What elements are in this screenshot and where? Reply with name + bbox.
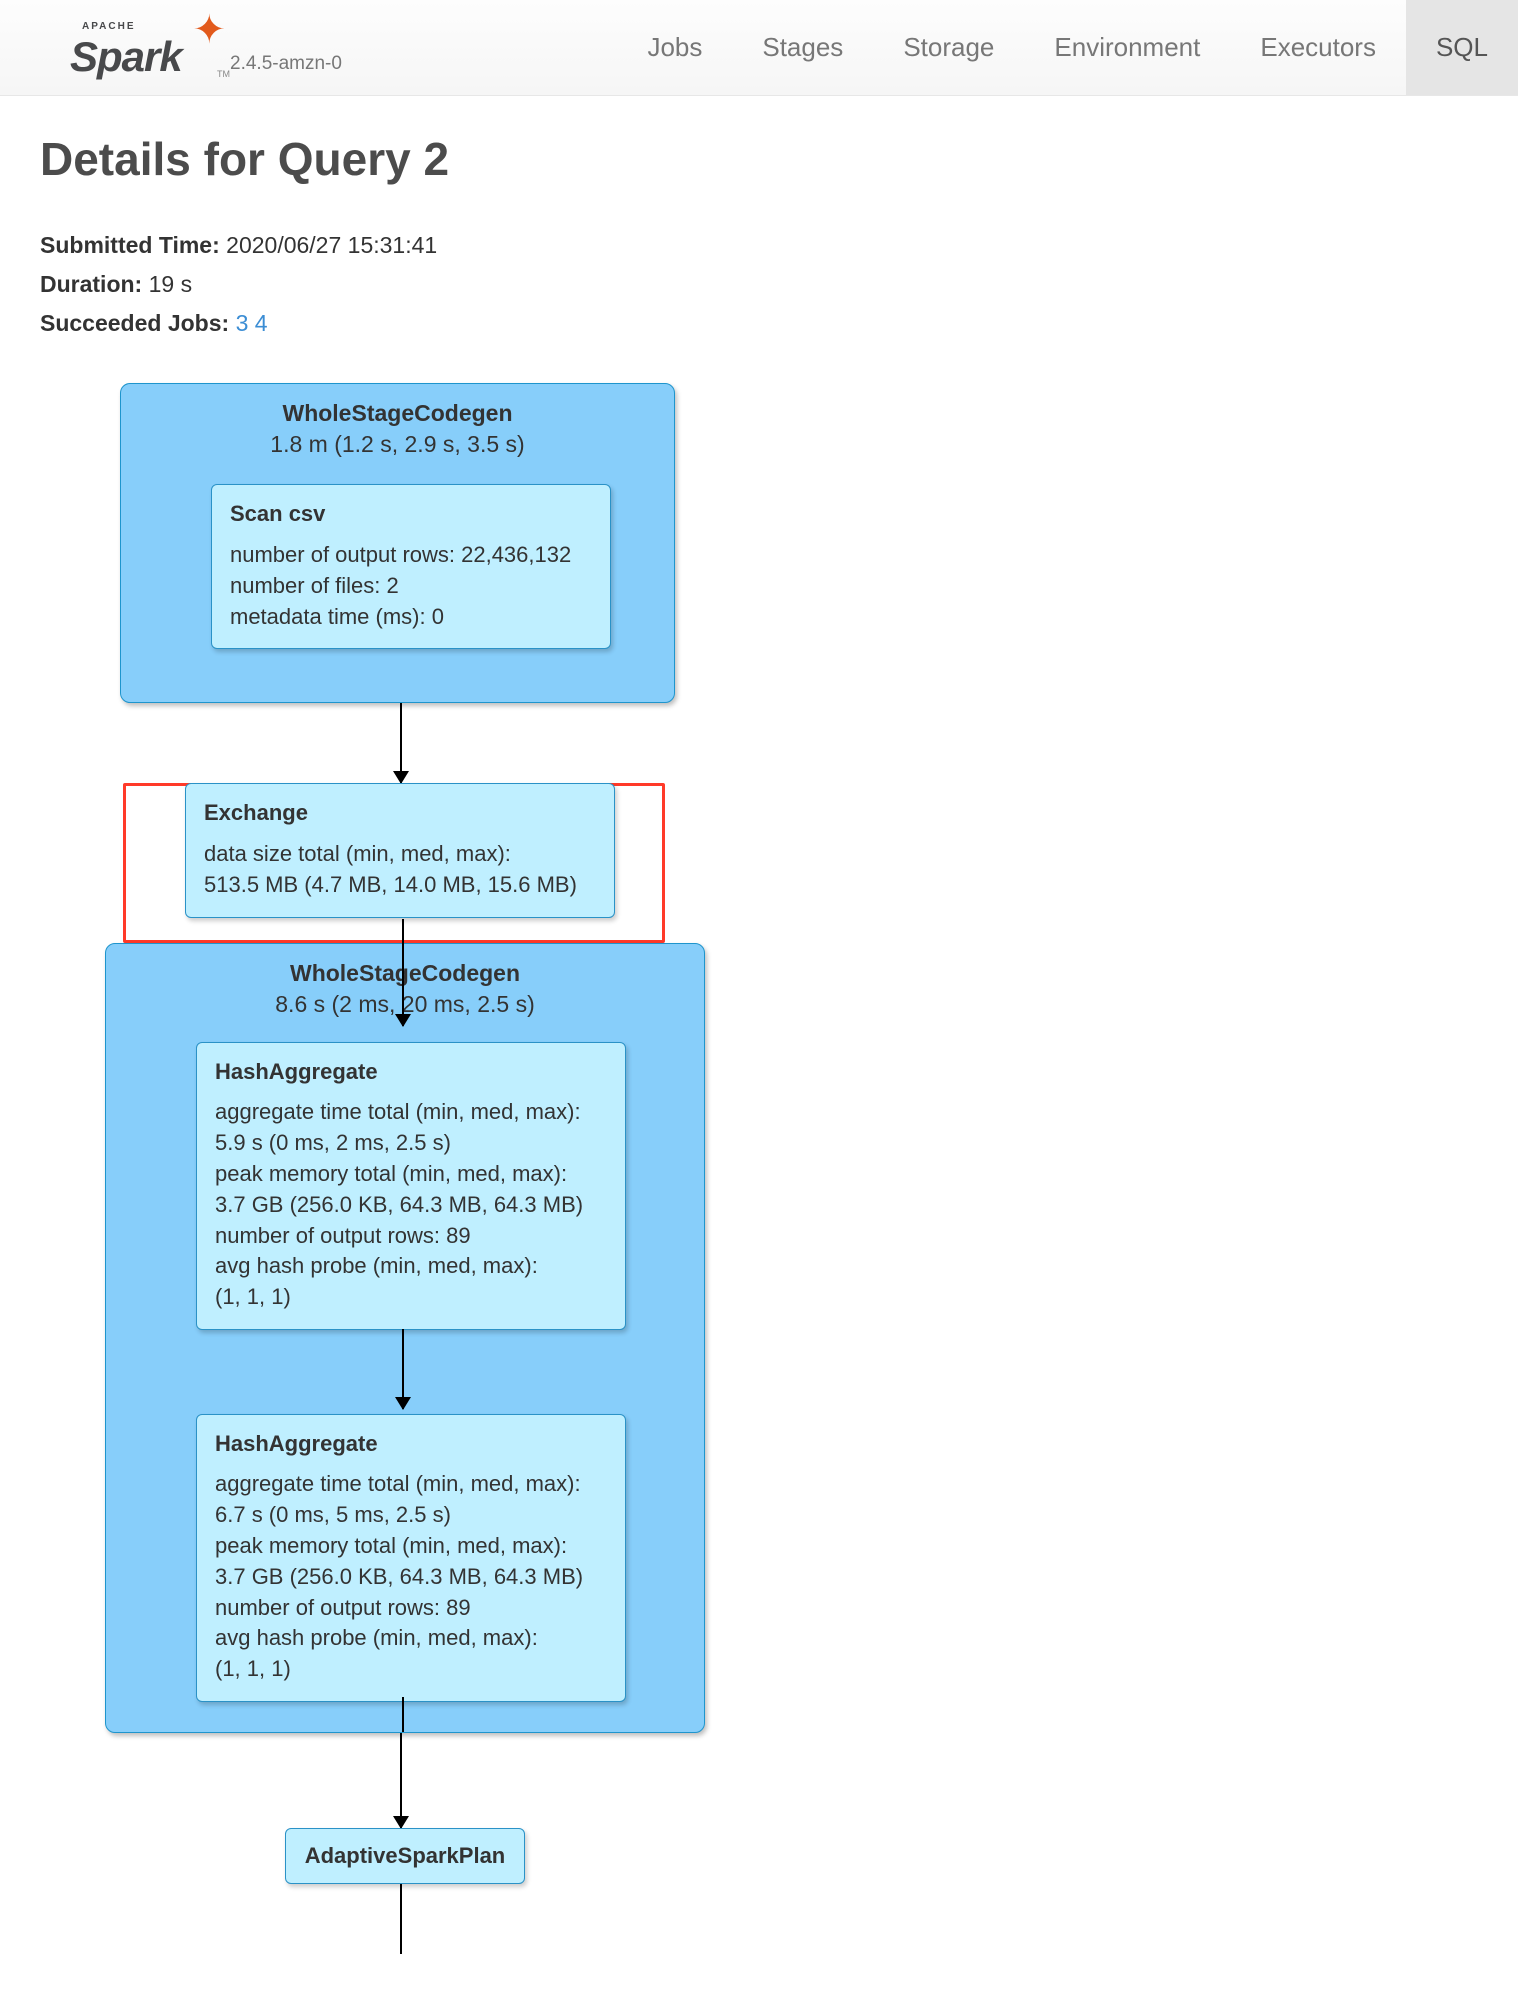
duration-row: Duration: 19 s bbox=[40, 265, 1478, 304]
scan-files: number of files: 2 bbox=[230, 571, 592, 602]
tab-environment[interactable]: Environment bbox=[1024, 0, 1230, 95]
succeeded-label: Succeeded Jobs: bbox=[40, 310, 229, 336]
tab-storage[interactable]: Storage bbox=[873, 0, 1024, 95]
adaptive-title: AdaptiveSparkPlan bbox=[305, 1843, 506, 1868]
wholestagecodegen-1: WholeStageCodegen 1.8 m (1.2 s, 2.9 s, 3… bbox=[120, 383, 675, 703]
ha1-title: HashAggregate bbox=[215, 1057, 607, 1088]
ha1-l5: number of output rows: 89 bbox=[215, 1221, 607, 1252]
spark-logo: APACHE Spark ✦ TM bbox=[70, 15, 220, 81]
wholestagecodegen-2: WholeStageCodegen 8.6 s (2 ms, 20 ms, 2.… bbox=[105, 943, 705, 1733]
duration-label: Duration: bbox=[40, 271, 142, 297]
tab-stages[interactable]: Stages bbox=[732, 0, 873, 95]
ha1-l1: aggregate time total (min, med, max): bbox=[215, 1097, 607, 1128]
ha2-l3: peak memory total (min, med, max): bbox=[215, 1531, 607, 1562]
spark-star-icon: ✦ bbox=[192, 7, 226, 53]
ha2-l2: 6.7 s (0 ms, 5 ms, 2.5 s) bbox=[215, 1500, 607, 1531]
tab-jobs[interactable]: Jobs bbox=[617, 0, 732, 95]
scan-rows: number of output rows: 22,436,132 bbox=[230, 540, 592, 571]
submitted-row: Submitted Time: 2020/06/27 15:31:41 bbox=[40, 226, 1478, 265]
succeeded-row: Succeeded Jobs: 3 4 bbox=[40, 304, 1478, 343]
submitted-value: 2020/06/27 15:31:41 bbox=[226, 232, 437, 258]
ha2-l1: aggregate time total (min, med, max): bbox=[215, 1469, 607, 1500]
arrow-3 bbox=[402, 1329, 404, 1409]
ha1-l3: peak memory total (min, med, max): bbox=[215, 1159, 607, 1190]
apache-label: APACHE bbox=[82, 21, 135, 32]
scan-csv-node: Scan csv number of output rows: 22,436,1… bbox=[211, 484, 611, 649]
spark-name: Spark bbox=[70, 33, 182, 81]
hashaggregate-2: HashAggregate aggregate time total (min,… bbox=[196, 1414, 626, 1702]
spark-version: 2.4.5-amzn-0 bbox=[230, 53, 342, 75]
arrow-5 bbox=[400, 1884, 402, 1954]
tab-executors[interactable]: Executors bbox=[1230, 0, 1406, 95]
trademark: TM bbox=[217, 69, 230, 79]
tab-sql[interactable]: SQL bbox=[1406, 0, 1518, 95]
ha1-l6: avg hash probe (min, med, max): bbox=[215, 1251, 607, 1282]
ha2-title: HashAggregate bbox=[215, 1429, 607, 1460]
wsc2-title: WholeStageCodegen bbox=[290, 960, 520, 986]
wsc1-title: WholeStageCodegen bbox=[282, 400, 512, 426]
exchange-l2: 513.5 MB (4.7 MB, 14.0 MB, 15.6 MB) bbox=[204, 870, 596, 901]
arrow-1 bbox=[400, 703, 402, 783]
submitted-label: Submitted Time: bbox=[40, 232, 220, 258]
ha2-l6: avg hash probe (min, med, max): bbox=[215, 1623, 607, 1654]
wsc2-header: WholeStageCodegen 8.6 s (2 ms, 20 ms, 2.… bbox=[106, 944, 704, 1020]
hashaggregate-1: HashAggregate aggregate time total (min,… bbox=[196, 1042, 626, 1330]
content: Details for Query 2 Submitted Time: 2020… bbox=[0, 96, 1518, 1990]
wsc1-header: WholeStageCodegen 1.8 m (1.2 s, 2.9 s, 3… bbox=[121, 384, 674, 460]
exchange-title: Exchange bbox=[204, 798, 596, 829]
nav-tabs: Jobs Stages Storage Environment Executor… bbox=[617, 0, 1518, 95]
ha1-l4: 3.7 GB (256.0 KB, 64.3 MB, 64.3 MB) bbox=[215, 1190, 607, 1221]
ha2-l5: number of output rows: 89 bbox=[215, 1593, 607, 1624]
scan-title: Scan csv bbox=[230, 499, 592, 530]
ha1-l2: 5.9 s (0 ms, 2 ms, 2.5 s) bbox=[215, 1128, 607, 1159]
ha2-l4: 3.7 GB (256.0 KB, 64.3 MB, 64.3 MB) bbox=[215, 1562, 607, 1593]
physical-plan: WholeStageCodegen 1.8 m (1.2 s, 2.9 s, 3… bbox=[40, 343, 1478, 1954]
exchange-l1: data size total (min, med, max): bbox=[204, 839, 596, 870]
page-title: Details for Query 2 bbox=[40, 132, 1478, 186]
arrow-stem-4 bbox=[402, 1697, 404, 1732]
navbar: APACHE Spark ✦ TM 2.4.5-amzn-0 Jobs Stag… bbox=[0, 0, 1518, 96]
adaptive-spark-plan: AdaptiveSparkPlan bbox=[285, 1828, 525, 1885]
ha2-l7: (1, 1, 1) bbox=[215, 1654, 607, 1685]
brand[interactable]: APACHE Spark ✦ TM 2.4.5-amzn-0 bbox=[70, 15, 410, 81]
arrow-4 bbox=[400, 1733, 402, 1828]
wsc1-time: 1.8 m (1.2 s, 2.9 s, 3.5 s) bbox=[270, 431, 524, 457]
scan-meta: metadata time (ms): 0 bbox=[230, 602, 592, 633]
job-link-3[interactable]: 3 bbox=[236, 310, 249, 336]
job-link-4[interactable]: 4 bbox=[255, 310, 268, 336]
duration-value: 19 s bbox=[149, 271, 192, 297]
ha1-l7: (1, 1, 1) bbox=[215, 1282, 607, 1313]
arrow-stem-2 bbox=[402, 919, 404, 1026]
exchange-node: Exchange data size total (min, med, max)… bbox=[185, 783, 615, 917]
